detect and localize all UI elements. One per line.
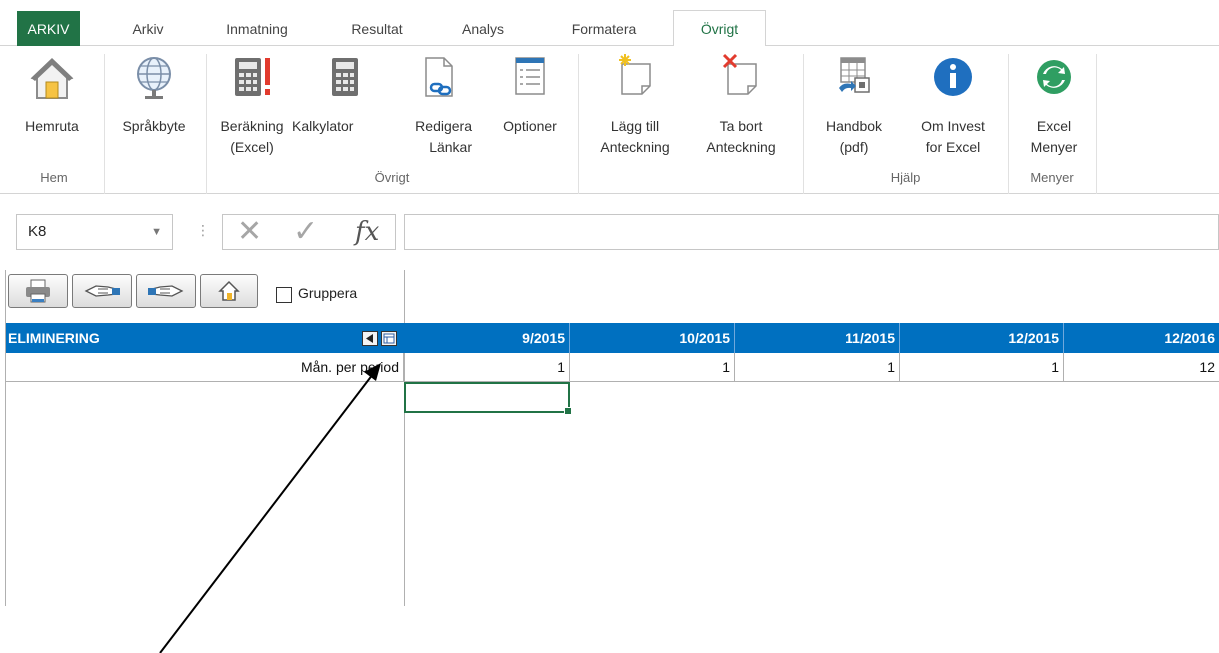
annotation-arrow <box>159 363 381 653</box>
